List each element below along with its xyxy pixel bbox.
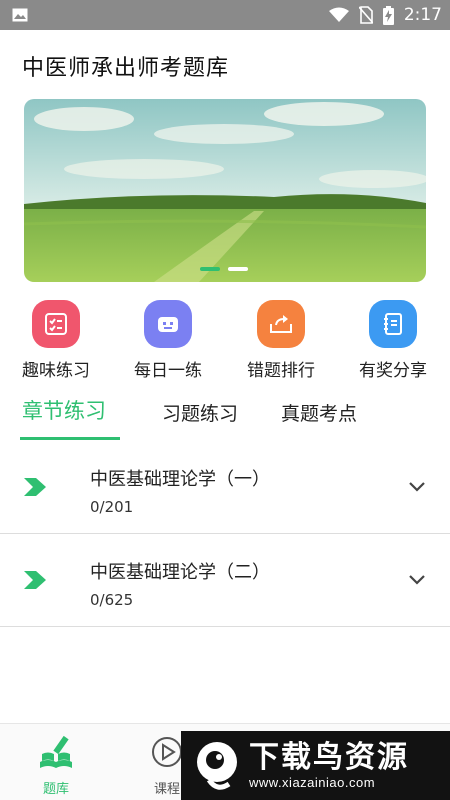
tab-underline xyxy=(20,437,120,440)
quick-action-wrong-ranking[interactable]: 错题排行 xyxy=(231,300,331,381)
tab-exercise-practice[interactable]: 习题练习 xyxy=(162,399,238,426)
chapter-row[interactable]: 中医基础理论学（二） 0/625 xyxy=(0,534,450,627)
chevron-marker-icon xyxy=(24,571,46,589)
nav-label: 题库 xyxy=(42,782,69,797)
quick-action-label: 每日一练 xyxy=(134,361,202,381)
battery-charging-icon xyxy=(382,5,394,25)
quick-action-fun-practice[interactable]: 趣味练习 xyxy=(6,300,106,381)
chapter-title: 中医基础理论学（一） xyxy=(90,469,270,490)
inbox-share-icon xyxy=(257,300,305,348)
quick-action-label: 趣味练习 xyxy=(22,361,90,381)
banner-image xyxy=(24,99,426,282)
no-sim-icon xyxy=(358,6,373,24)
robot-icon xyxy=(144,300,192,348)
tab-chapter-practice[interactable]: 章节练习 xyxy=(22,395,106,425)
chevron-marker-icon xyxy=(24,478,46,496)
carousel-indicator xyxy=(200,267,248,271)
quick-action-share-reward[interactable]: 有奖分享 xyxy=(343,300,443,381)
image-icon xyxy=(12,8,28,22)
watermark-banner: 下载鸟资源 www.xiazainiao.com xyxy=(181,731,450,800)
bird-logo-icon xyxy=(197,741,237,790)
carousel-dot[interactable] xyxy=(200,267,220,271)
quick-action-daily[interactable]: 每日一练 xyxy=(118,300,218,381)
carousel-dot[interactable] xyxy=(228,267,248,271)
chapter-progress: 0/625 xyxy=(90,591,134,609)
page-title: 中医师承出师考题库 xyxy=(22,56,230,81)
quick-action-label: 有奖分享 xyxy=(359,361,427,381)
tab-real-exam-points[interactable]: 真题考点 xyxy=(281,399,357,426)
status-bar: 2:17 xyxy=(0,0,450,30)
notebook-icon xyxy=(369,300,417,348)
nav-item-question-bank[interactable]: 题库 xyxy=(26,732,86,797)
book-pencil-icon xyxy=(40,735,72,768)
tab-bar: 章节练习 习题练习 真题考点 xyxy=(0,395,450,445)
quick-actions: 趣味练习 每日一练 错题排行 有奖分享 xyxy=(0,300,450,385)
wifi-icon xyxy=(328,7,349,22)
banner-carousel[interactable] xyxy=(24,99,426,282)
watermark-title: 下载鸟资源 xyxy=(249,740,409,775)
chapter-row[interactable]: 中医基础理论学（一） 0/201 xyxy=(0,441,450,534)
chevron-down-icon[interactable] xyxy=(408,574,426,586)
clock: 2:17 xyxy=(403,5,442,25)
chapter-title: 中医基础理论学（二） xyxy=(90,562,270,583)
chevron-down-icon[interactable] xyxy=(408,481,426,493)
chapter-progress: 0/201 xyxy=(90,498,134,516)
checklist-icon xyxy=(32,300,80,348)
watermark-url: www.xiazainiao.com xyxy=(249,775,376,790)
quick-action-label: 错题排行 xyxy=(247,361,315,381)
